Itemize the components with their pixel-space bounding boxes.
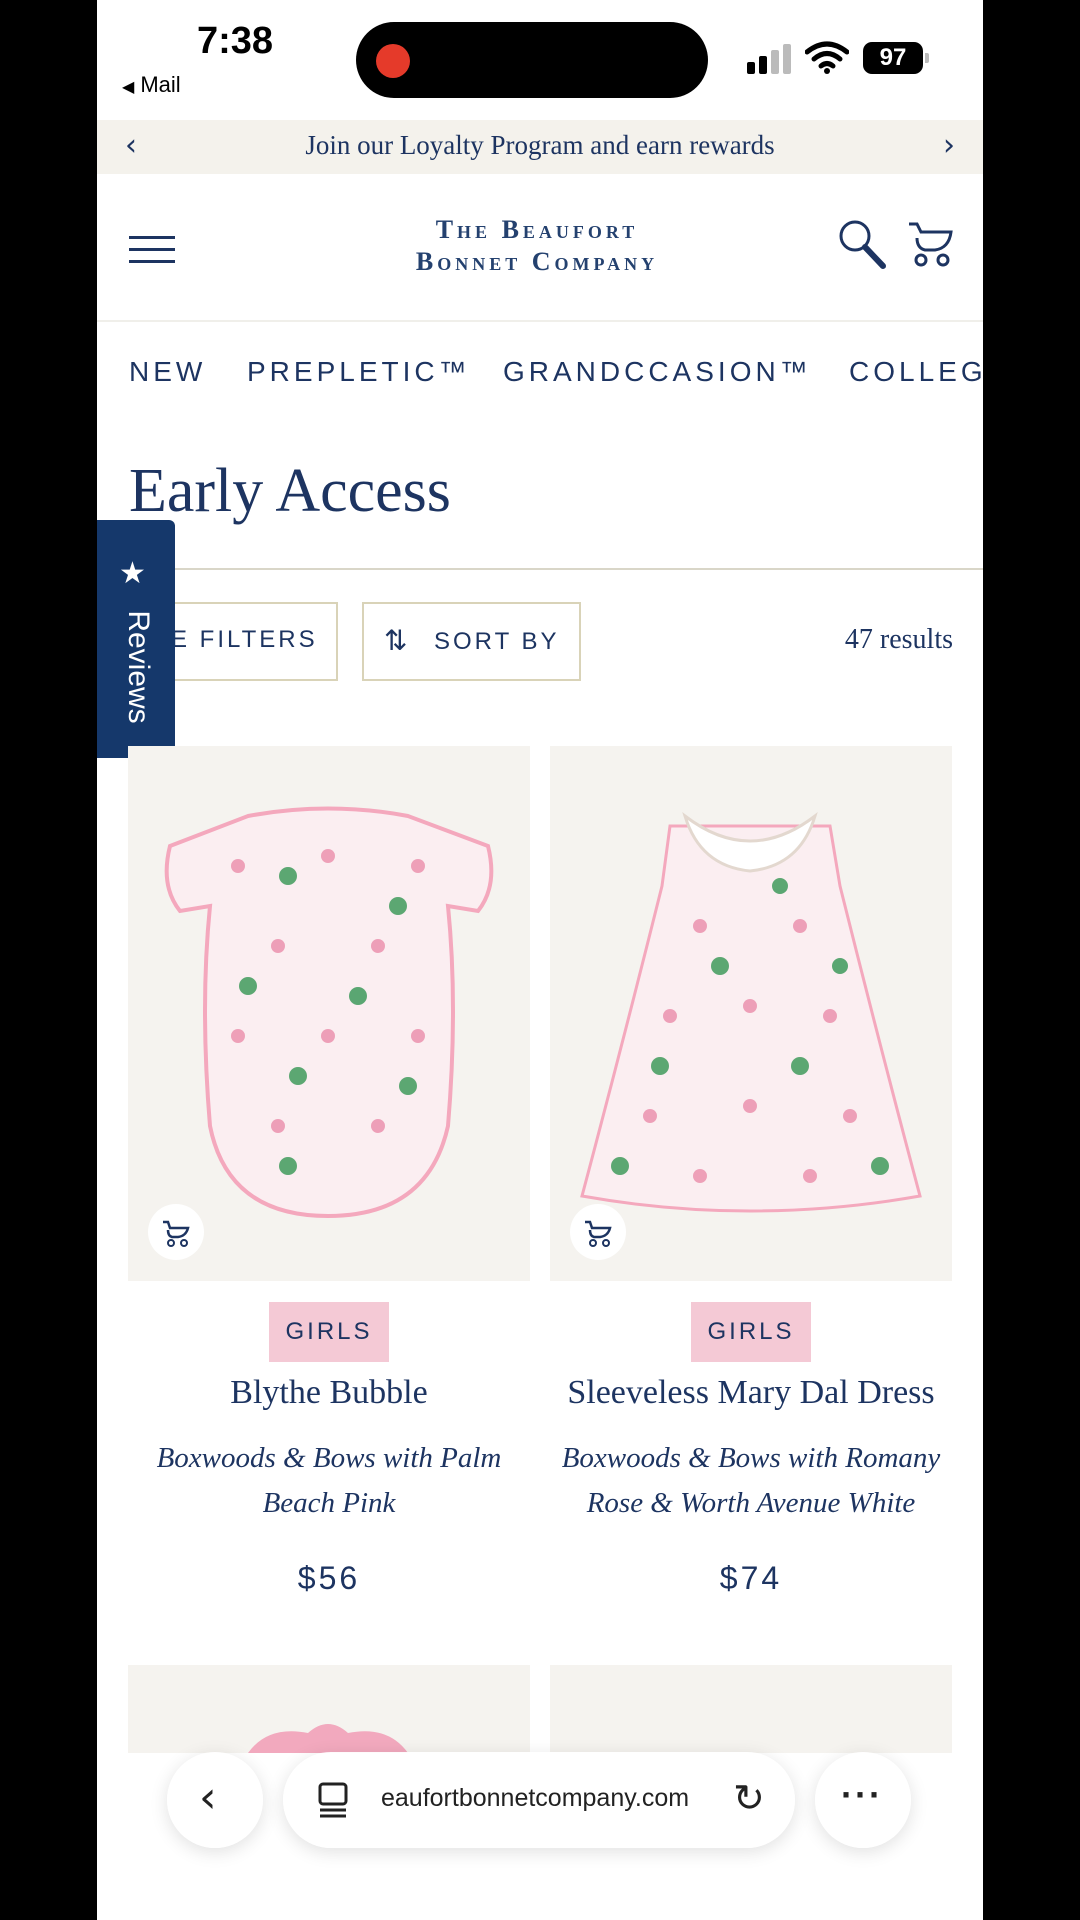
product-card[interactable]	[128, 1665, 530, 1753]
promo-next-button[interactable]: ›	[943, 128, 955, 163]
sort-icon: ⇅	[384, 624, 408, 657]
battery-indicator: 97	[863, 42, 929, 74]
menu-icon[interactable]	[129, 236, 175, 263]
back-to-mail-link[interactable]: ◀ Mail	[122, 72, 181, 98]
reload-icon[interactable]: ↻	[733, 1776, 765, 1820]
promo-banner: ‹ Join our Loyalty Program and earn rewa…	[97, 120, 983, 174]
category-badge: GIRLS	[691, 1302, 811, 1362]
product-variant-line: Boxwoods & Bows with Palm	[156, 1442, 502, 1474]
cellular-signal-icon	[747, 44, 795, 74]
sort-by-button[interactable]: ⇅ SORT BY	[362, 602, 581, 681]
category-badge: GIRLS	[269, 1302, 389, 1362]
reviews-tab[interactable]: ★ Reviews	[97, 520, 175, 758]
bubble-romper-illustration	[164, 806, 494, 1219]
product-name[interactable]: Sleeveless Mary Dal Dress	[540, 1374, 962, 1412]
address-bar[interactable]: eaufortbonnetcompany.com ↻	[283, 1752, 795, 1848]
garment-peek-illustration	[248, 1724, 408, 1753]
product-variant-line: Boxwoods & Bows with Romany	[561, 1442, 941, 1474]
title-divider	[97, 568, 983, 570]
nav-item-prepletic[interactable]: PREPLETIC™	[247, 356, 471, 388]
product-price: $56	[297, 1560, 361, 1596]
status-bar: 7:38 ◀ Mail 97	[97, 0, 983, 120]
product-variant-line: Beach Pink	[262, 1487, 396, 1519]
category-nav: NEW PREPLETIC™ GRANDCCASION™ COLLEG	[97, 322, 983, 422]
status-time: 7:38	[197, 20, 274, 62]
quick-add-cart-icon	[585, 1220, 612, 1247]
ellipsis-icon: ···	[841, 1774, 883, 1815]
site-logo[interactable]: The Beaufort Bonnet Company	[297, 214, 777, 278]
browser-back-button[interactable]: ‹	[167, 1752, 263, 1848]
product-variant: Boxwoods & Bows with Palm Beach Pink	[118, 1436, 540, 1526]
filters-label: E FILTERS	[171, 626, 318, 653]
reviews-tab-label: Reviews	[122, 610, 155, 724]
product-card[interactable]: GIRLS Blythe Bubble Boxwoods & Bows with…	[128, 746, 530, 1596]
logo-line-2: Bonnet Company	[415, 247, 659, 276]
star-icon: ★	[119, 556, 146, 591]
url-text[interactable]: eaufortbonnetcompany.com	[381, 1784, 689, 1813]
product-card[interactable]: GIRLS Sleeveless Mary Dal Dress Boxwoods…	[550, 746, 952, 1596]
product-image[interactable]	[550, 1665, 952, 1753]
nav-item-collegiate[interactable]: COLLEG	[849, 356, 983, 388]
product-variant: Boxwoods & Bows with Romany Rose & Worth…	[540, 1436, 962, 1526]
quick-add-button[interactable]	[570, 1204, 626, 1260]
wifi-icon	[805, 41, 849, 74]
product-image[interactable]	[128, 1665, 530, 1753]
results-count: 47 results	[844, 624, 953, 655]
product-name[interactable]: Blythe Bubble	[118, 1374, 540, 1412]
page-title: Early Access	[129, 457, 451, 525]
sort-by-label: SORT BY	[434, 628, 560, 655]
filters-button[interactable]: E FILTERS	[157, 602, 338, 681]
product-price: $74	[719, 1560, 783, 1596]
nav-item-new[interactable]: NEW	[129, 356, 206, 388]
back-app-label: Mail	[140, 72, 181, 97]
site-header: The Beaufort Bonnet Company	[97, 174, 983, 322]
recording-indicator-icon	[376, 44, 410, 78]
quick-add-cart-icon	[163, 1220, 190, 1247]
chevron-left-icon: ‹	[199, 1772, 217, 1823]
product-image[interactable]	[128, 746, 530, 1281]
more-options-button[interactable]: ···	[815, 1752, 911, 1848]
quick-add-button[interactable]	[148, 1204, 204, 1260]
back-triangle-icon: ◀	[122, 79, 135, 96]
screen: 7:38 ◀ Mail 97 ‹ Join our Loyalty Program…	[97, 0, 983, 1920]
product-card[interactable]	[550, 1665, 952, 1753]
product-image[interactable]	[550, 746, 952, 1281]
nav-item-grandccasion[interactable]: GRANDCCASION™	[503, 356, 812, 388]
dynamic-island	[356, 22, 708, 98]
search-icon[interactable]	[837, 218, 887, 270]
cart-icon[interactable]	[905, 218, 957, 270]
promo-text[interactable]: Join our Loyalty Program and earn reward…	[97, 130, 983, 161]
tabs-icon[interactable]	[317, 1782, 349, 1818]
logo-line-1: The Beaufort	[435, 215, 639, 244]
dress-illustration	[580, 811, 922, 1213]
product-variant-line: Rose & Worth Avenue White	[586, 1487, 916, 1519]
